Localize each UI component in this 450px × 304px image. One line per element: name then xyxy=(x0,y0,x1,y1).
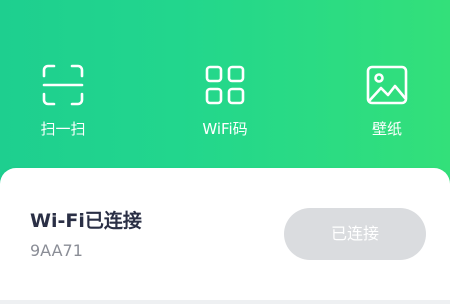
wallpaper-image-icon xyxy=(366,65,408,105)
scan-icon xyxy=(42,64,84,106)
connected-button[interactable]: 已连接 xyxy=(284,208,426,260)
scan-label: 扫一扫 xyxy=(40,120,86,138)
wifi-code-action[interactable]: WiFi码 xyxy=(170,62,280,152)
scan-action[interactable]: 扫一扫 xyxy=(8,62,118,152)
wallpaper-action[interactable]: 壁纸 xyxy=(332,62,442,152)
qr-code-icon xyxy=(205,65,245,105)
bottom-divider xyxy=(0,300,450,304)
wifi-status-card: Wi-Fi已连接 9AA71 已连接 xyxy=(0,168,450,304)
quick-actions: 扫一扫 WiFi码 壁纸 xyxy=(0,62,450,152)
wifi-code-label: WiFi码 xyxy=(202,120,248,138)
wifi-network-name: 9AA71 xyxy=(30,241,83,260)
wifi-status-title: Wi-Fi已连接 xyxy=(30,210,142,232)
wallpaper-label: 壁纸 xyxy=(371,120,402,138)
